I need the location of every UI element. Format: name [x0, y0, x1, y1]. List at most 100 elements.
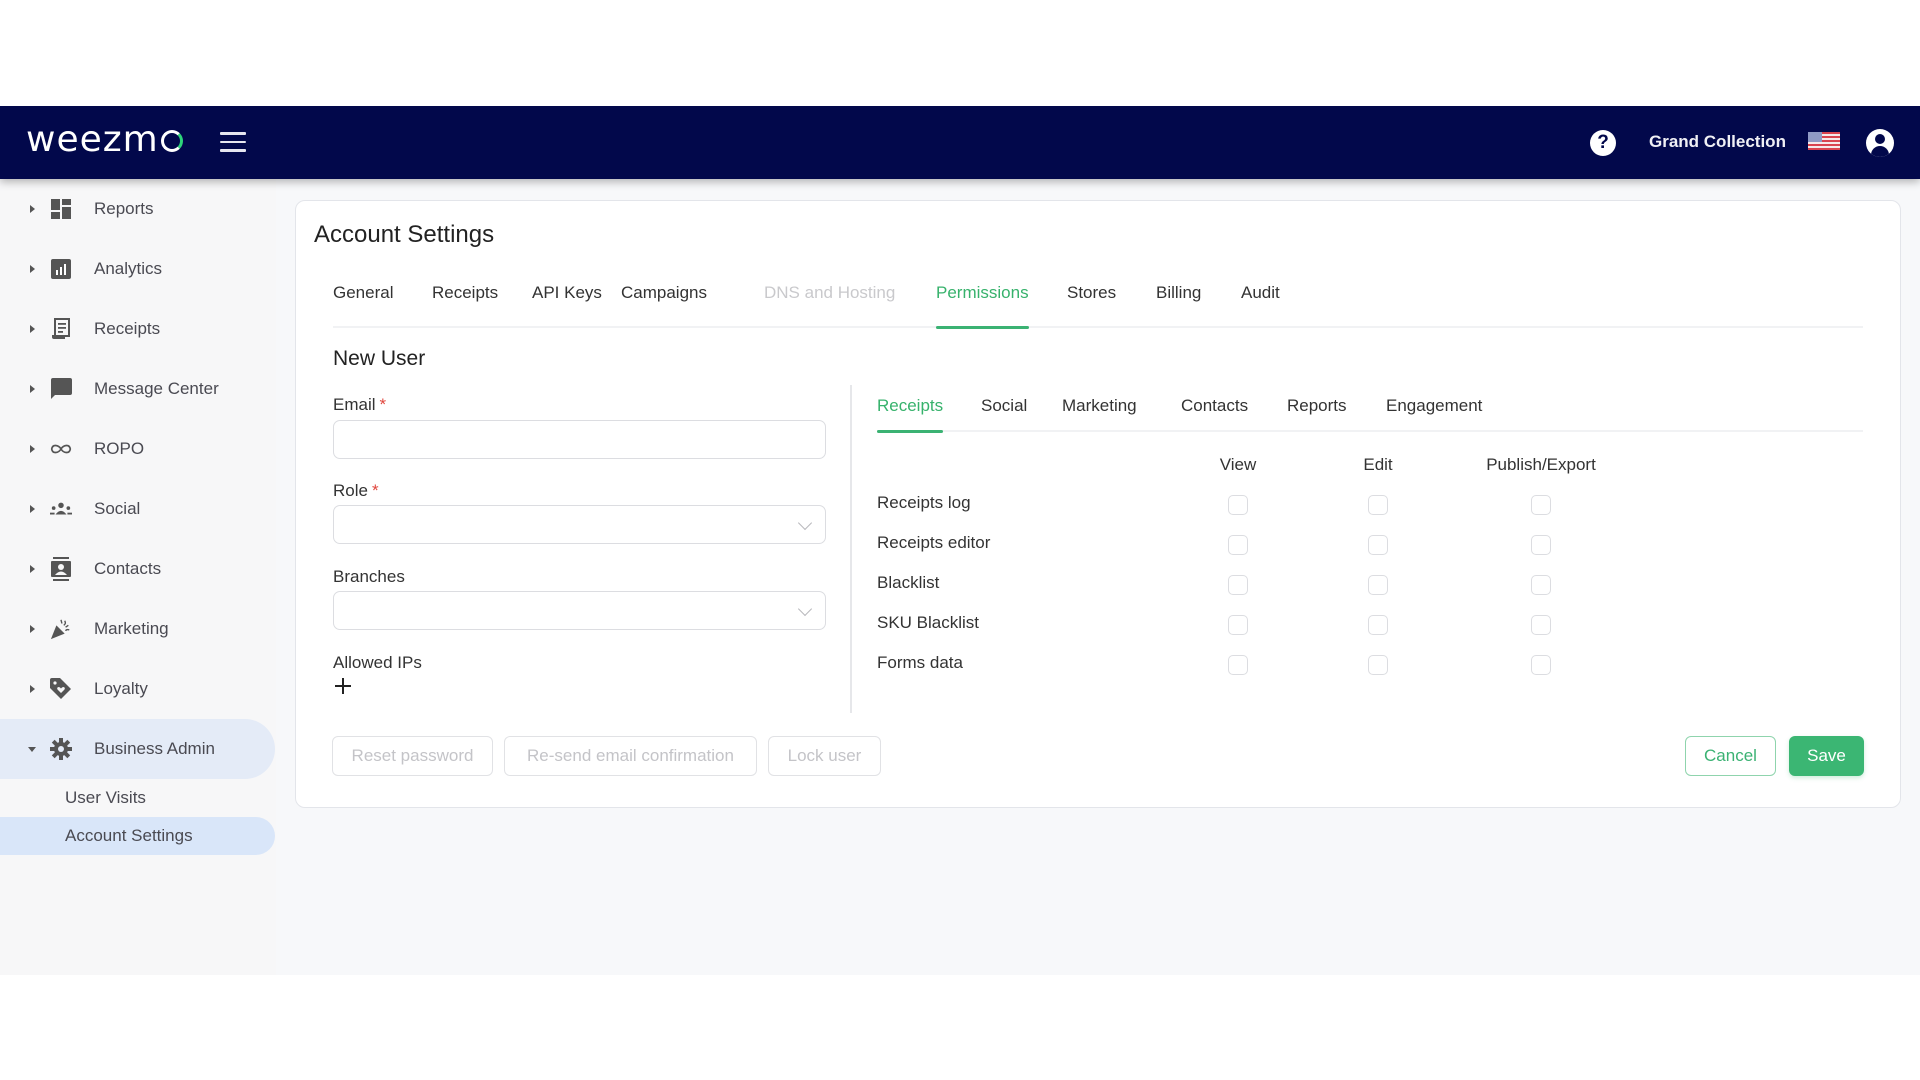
email-label: Email *: [333, 395, 386, 415]
subtab-engagement[interactable]: Engagement: [1386, 395, 1482, 431]
sidebar-item-social[interactable]: Social: [0, 479, 275, 539]
sidebar-item-label: Contacts: [94, 559, 162, 578]
sidebar-item-label: Social: [94, 499, 141, 518]
sidebar-item-marketing[interactable]: Marketing: [0, 599, 275, 659]
cancel-button[interactable]: Cancel: [1685, 736, 1776, 776]
resend-email-confirmation-button: Re-send email confirmation: [504, 736, 757, 776]
sidebar-item-label: Message Center: [94, 379, 219, 398]
sidebar-item-message-center[interactable]: Message Center: [0, 359, 275, 419]
permission-row-label: Receipts editor: [877, 533, 991, 552]
checkbox-view[interactable]: [1228, 615, 1248, 635]
checkbox-publish-export[interactable]: [1531, 615, 1551, 635]
vertical-divider: [850, 385, 852, 713]
sidebar-subitem-label: Account Settings: [65, 826, 193, 845]
tab-campaigns[interactable]: Campaigns: [621, 281, 707, 327]
tab-receipts[interactable]: Receipts: [432, 281, 498, 327]
caret-right-icon: [30, 265, 35, 273]
receipt-icon: [50, 318, 72, 340]
tab-general[interactable]: General: [333, 281, 393, 327]
checkbox-publish-export[interactable]: [1531, 655, 1551, 675]
subtab-receipts[interactable]: Receipts: [877, 395, 944, 433]
allowed-ips-label: Allowed IPs: [333, 653, 422, 672]
checkbox-publish-export[interactable]: [1531, 535, 1551, 555]
sidebar-item-label: Reports: [94, 199, 154, 218]
group-icon: [50, 498, 72, 520]
checkbox-edit[interactable]: [1368, 495, 1388, 515]
user-account-icon[interactable]: [1866, 129, 1894, 157]
caret-right-icon: [30, 385, 35, 393]
required-mark: *: [379, 395, 387, 414]
help-icon[interactable]: ?: [1590, 130, 1616, 156]
sidebar-item-label: Loyalty: [94, 679, 148, 698]
sidebar-subitem-account-settings[interactable]: Account Settings: [0, 817, 275, 855]
checkbox-view[interactable]: [1228, 575, 1248, 595]
tab-permissions[interactable]: Permissions: [936, 281, 1029, 329]
checkbox-edit[interactable]: [1368, 615, 1388, 635]
column-header-edit: Edit: [1363, 455, 1393, 474]
caret-right-icon: [30, 625, 35, 633]
sidebar-item-label: Business Admin: [94, 739, 215, 758]
tab-dns-and-hosting: DNS and Hosting: [764, 283, 896, 302]
sidebar: Reports Analytics Receipts Message Cente…: [0, 179, 276, 975]
sidebar-item-loyalty[interactable]: Loyalty: [0, 659, 275, 719]
logo-o-mark-icon: [160, 130, 183, 152]
checkbox-view[interactable]: [1228, 535, 1248, 555]
logo-text: weezm: [26, 119, 159, 160]
caret-right-icon: [30, 205, 35, 213]
gear-icon: [50, 738, 72, 760]
chat-bubble-icon: [50, 378, 72, 400]
tab-api-keys[interactable]: API Keys: [532, 281, 602, 327]
checkbox-edit[interactable]: [1368, 535, 1388, 555]
us-flag-icon[interactable]: [1808, 132, 1840, 150]
checkbox-view[interactable]: [1228, 495, 1248, 515]
sidebar-item-reports[interactable]: Reports: [0, 179, 275, 239]
add-allowed-ip-plus-icon[interactable]: [333, 676, 353, 696]
checkbox-publish-export[interactable]: [1531, 575, 1551, 595]
weezmo-logo[interactable]: weezm: [26, 120, 183, 160]
party-popper-icon: [50, 618, 72, 640]
sidebar-item-contacts[interactable]: Contacts: [0, 539, 275, 599]
sidebar-item-business-admin[interactable]: Business Admin: [0, 719, 275, 779]
permission-row-label: Forms data: [877, 653, 963, 672]
checkbox-view[interactable]: [1228, 655, 1248, 675]
email-field[interactable]: [333, 420, 826, 459]
sidebar-subitem-user-visits[interactable]: User Visits: [0, 779, 275, 817]
subtab-reports[interactable]: Reports: [1287, 395, 1347, 431]
tab-stores[interactable]: Stores: [1067, 281, 1116, 327]
column-header-publish-export: Publish/Export: [1486, 455, 1596, 474]
caret-right-icon: [30, 325, 35, 333]
sidebar-item-analytics[interactable]: Analytics: [0, 239, 275, 299]
bar-chart-icon: [50, 258, 72, 280]
dashboard-icon: [50, 198, 72, 220]
role-select[interactable]: [333, 505, 826, 544]
checkbox-edit[interactable]: [1368, 575, 1388, 595]
save-button[interactable]: Save: [1789, 736, 1864, 776]
sidebar-item-label: ROPO: [94, 439, 145, 458]
reset-password-button: Reset password: [332, 736, 493, 776]
infinity-icon: [50, 438, 72, 460]
page-title: Account Settings: [314, 221, 495, 248]
new-user-title: New User: [333, 347, 426, 370]
caret-right-icon: [30, 565, 35, 573]
account-name[interactable]: Grand Collection: [1649, 132, 1786, 152]
tab-audit[interactable]: Audit: [1241, 281, 1280, 327]
email-label-text: Email: [333, 395, 376, 414]
top-navbar: weezm ? Grand Collection: [0, 106, 1920, 179]
checkbox-edit[interactable]: [1368, 655, 1388, 675]
caret-right-icon: [30, 505, 35, 513]
caret-right-icon: [30, 685, 35, 693]
permission-category-tabs: Receipts Social Marketing Contacts Repor…: [877, 395, 1863, 433]
tab-billing[interactable]: Billing: [1156, 281, 1201, 327]
subtab-marketing[interactable]: Marketing: [1062, 395, 1137, 431]
hamburger-menu-icon[interactable]: [220, 132, 246, 152]
branches-select[interactable]: [333, 591, 826, 630]
sidebar-item-receipts[interactable]: Receipts: [0, 299, 275, 359]
column-header-view: View: [1219, 455, 1257, 474]
checkbox-publish-export[interactable]: [1531, 495, 1551, 515]
sidebar-item-label: Receipts: [94, 319, 161, 338]
subtab-social[interactable]: Social: [981, 395, 1027, 431]
chevron-down-icon: [797, 515, 813, 531]
subtab-contacts[interactable]: Contacts: [1181, 395, 1248, 431]
sidebar-item-ropo[interactable]: ROPO: [0, 419, 275, 479]
sidebar-item-label: Marketing: [94, 619, 169, 638]
